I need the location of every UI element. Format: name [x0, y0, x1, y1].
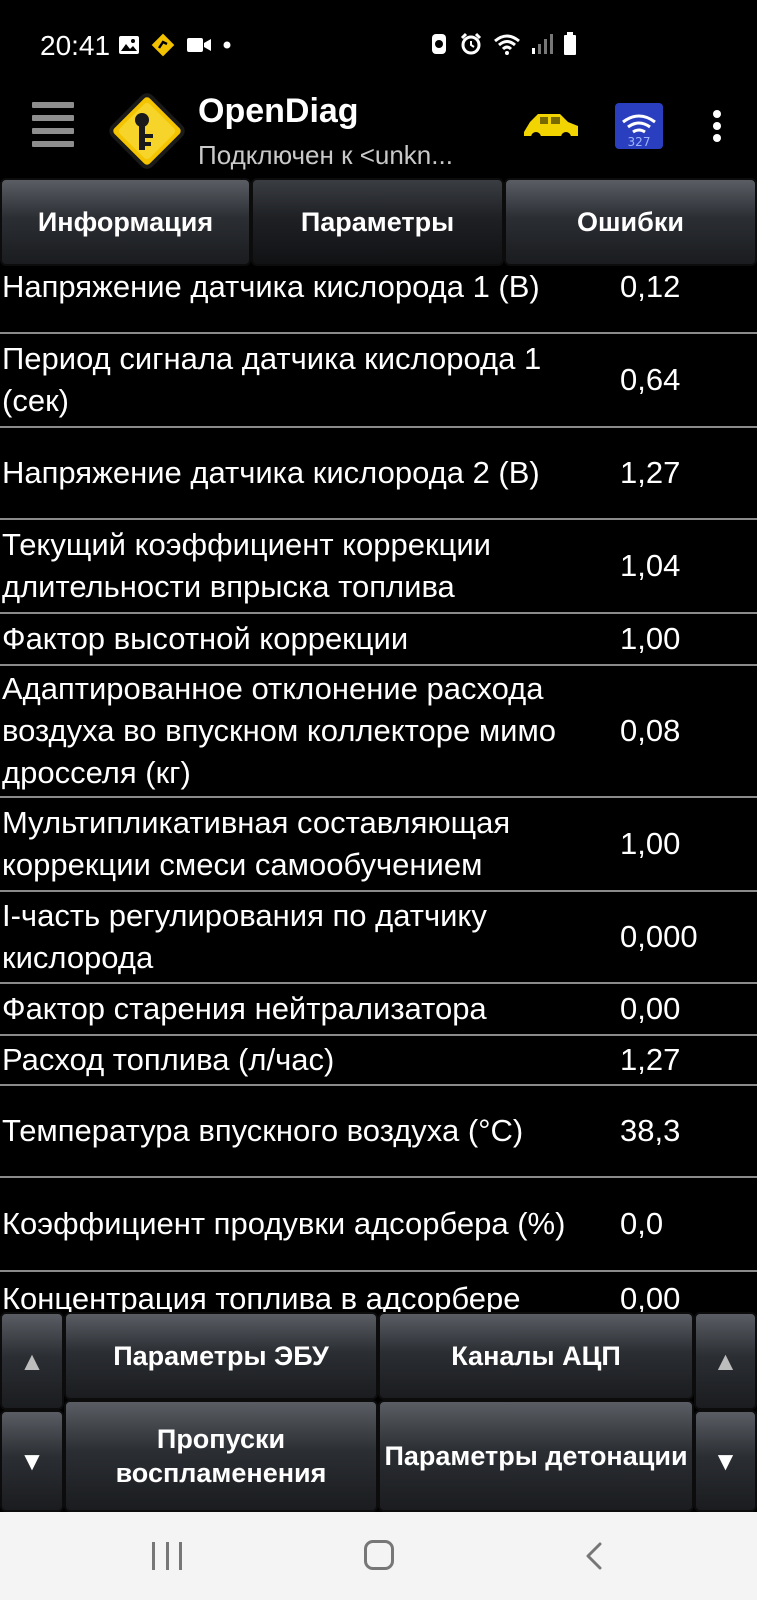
parameter-row: Фактор старения нейтрализатора 0,00	[0, 984, 757, 1036]
parameter-row: Текущий коэффициент коррекции длительнос…	[0, 520, 757, 614]
parameter-value: 1,00	[620, 826, 681, 861]
parameter-name: Температура впускного воздуха (°C)	[2, 1113, 524, 1148]
parameter-name: Фактор высотной коррекции	[2, 621, 409, 656]
parameter-value: 1,00	[620, 621, 681, 656]
parameter-value: 0,00	[620, 1281, 681, 1312]
parameter-row: Расход топлива (л/час) 1,27	[0, 1036, 757, 1086]
parameter-name: Расход топлива (л/час)	[2, 1042, 335, 1077]
image-icon	[119, 36, 139, 54]
bottom-controls: ▲ Параметры ЭБУ Каналы АЦП ▲ ▼ Пропуски …	[0, 1312, 757, 1512]
scroll-up-left-button[interactable]: ▲	[0, 1312, 64, 1410]
parameter-value: 38,3	[620, 1113, 681, 1148]
parameter-name: Период сигнала датчика кислорода 1 (сек)	[2, 341, 542, 418]
car-icon[interactable]	[520, 108, 582, 148]
connection-status: Подключен к <unkn...	[198, 140, 453, 170]
parameter-value: 0,000	[620, 919, 698, 954]
app-logo	[109, 93, 185, 169]
parameter-name: I-часть регулирования по датчику кислоро…	[2, 898, 487, 975]
parameter-row: Напряжение датчика кислорода 2 (В) 1,27	[0, 428, 757, 520]
scroll-down-left-button[interactable]: ▼	[0, 1410, 64, 1512]
parameter-value: 1,04	[620, 548, 681, 583]
menu-icon[interactable]	[32, 102, 74, 148]
home-icon[interactable]	[364, 1540, 394, 1570]
wifi-adapter-icon[interactable]: 327	[614, 102, 664, 150]
alarm-icon	[460, 32, 482, 55]
parameter-name: Текущий коэффициент коррекции длительнос…	[2, 527, 491, 604]
more-options-icon[interactable]	[708, 110, 726, 146]
back-icon[interactable]	[582, 1540, 606, 1572]
scroll-down-right-button[interactable]: ▼	[694, 1410, 757, 1512]
app-bar: OpenDiag Подключен к <unkn... 327	[0, 88, 757, 178]
parameter-value: 0,08	[620, 713, 681, 748]
tab-information[interactable]: Информация	[0, 178, 251, 266]
app-title: OpenDiag	[198, 92, 359, 130]
parameter-row: Фактор высотной коррекции 1,00	[0, 614, 757, 666]
recents-icon[interactable]	[152, 1542, 182, 1570]
parameter-value: 0,64	[620, 362, 681, 397]
parameter-value: 1,27	[620, 1042, 681, 1077]
status-bar: 20:41	[0, 0, 757, 88]
signal-icon	[532, 34, 553, 54]
recycle-icon	[432, 34, 446, 54]
status-right-icons	[429, 32, 577, 56]
video-icon	[187, 38, 211, 52]
parameter-name: Коэффициент продувки адсорбера (%)	[2, 1206, 566, 1241]
parameter-list[interactable]: Напряжение датчика кислорода 1 (В) 0,12 …	[0, 266, 757, 1312]
parameter-name: Напряжение датчика кислорода 2 (В)	[2, 455, 540, 490]
scroll-up-right-button[interactable]: ▲	[694, 1312, 757, 1410]
parameter-name: Напряжение датчика кислорода 1 (В)	[2, 269, 540, 304]
status-time: 20:41	[40, 30, 111, 61]
ecu-parameters-button[interactable]: Параметры ЭБУ	[64, 1312, 378, 1400]
tab-parameters[interactable]: Параметры	[251, 178, 504, 266]
parameter-value: 0,0	[620, 1206, 664, 1241]
parameter-value: 0,12	[620, 269, 681, 304]
parameter-row: Адаптированное отклонение расхода воздух…	[0, 666, 757, 798]
parameter-row: Мультипликативная составляющая коррекции…	[0, 798, 757, 892]
dot-icon	[223, 41, 231, 49]
parameter-name: Адаптированное отклонение расхода воздух…	[2, 671, 557, 790]
parameter-row: I-часть регулирования по датчику кислоро…	[0, 892, 757, 984]
parameter-row: Коэффициент продувки адсорбера (%) 0,0	[0, 1178, 757, 1272]
tab-bar: Информация Параметры Ошибки	[0, 178, 757, 266]
wifi-icon	[494, 34, 520, 55]
parameter-row: Температура впускного воздуха (°C) 38,3	[0, 1086, 757, 1178]
adc-channels-button[interactable]: Каналы АЦП	[378, 1312, 694, 1400]
parameter-name: Мультипликативная составляющая коррекции…	[2, 805, 511, 882]
wifi-badge-text: 327	[628, 135, 651, 149]
battery-icon	[564, 32, 576, 55]
status-left-icons	[118, 32, 232, 58]
knock-parameters-button[interactable]: Параметры детонации	[378, 1400, 694, 1512]
parameter-value: 1,27	[620, 455, 681, 490]
parameter-name: Фактор старения нейтрализатора	[2, 991, 487, 1026]
parameter-row: Период сигнала датчика кислорода 1 (сек)…	[0, 334, 757, 428]
parameter-row: Концентрация топлива в адсорбере 0,00	[0, 1272, 757, 1312]
tab-errors[interactable]: Ошибки	[504, 178, 757, 266]
parameter-value: 0,00	[620, 991, 681, 1026]
location-sign-icon	[151, 33, 175, 57]
parameter-name: Концентрация топлива в адсорбере	[2, 1281, 521, 1312]
system-nav-bar	[0, 1512, 757, 1600]
parameter-row: Напряжение датчика кислорода 1 (В) 0,12	[0, 266, 757, 334]
misfires-button[interactable]: Пропуски воспламенения	[64, 1400, 378, 1512]
